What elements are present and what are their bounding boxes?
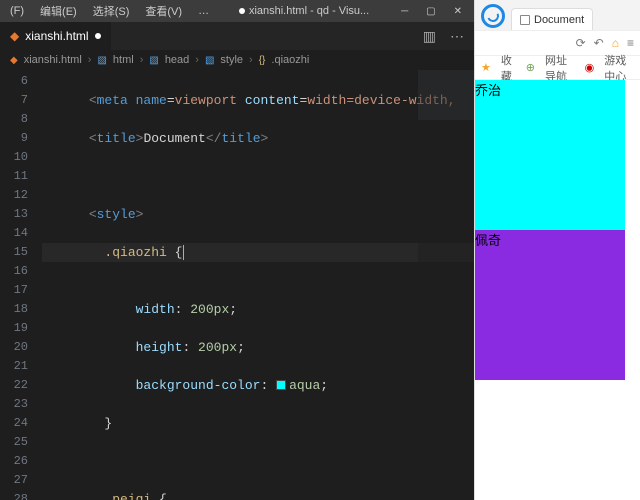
element-icon: ▧ (205, 55, 214, 66)
bookmark-item[interactable]: 游戏中心 (604, 52, 634, 84)
more-actions-icon[interactable]: ⋯ (450, 28, 464, 45)
color-swatch-icon (276, 380, 286, 390)
browser-logo-icon (481, 4, 505, 28)
html5-icon: ◆ (10, 29, 19, 43)
bookmarks-bar: ★收藏 ⊕网址导航 ◉游戏中心 (475, 56, 640, 80)
home-icon[interactable]: ⌂ (612, 36, 619, 50)
element-icon: ▧ (149, 55, 158, 66)
breadcrumb-item[interactable]: xianshi.html (24, 54, 82, 66)
globe-icon: ⊕ (526, 61, 535, 74)
page-favicon-icon (520, 15, 530, 25)
bookmark-item[interactable]: 网址导航 (545, 52, 575, 84)
game-icon: ◉ (585, 61, 595, 74)
breadcrumb-item[interactable]: head (165, 54, 189, 66)
vscode-menubar: (F) 编辑(E) 选择(S) 查看(V) … xianshi.html - q… (0, 0, 474, 22)
line-numbers: 6789101112131415161718192021222324252627… (0, 70, 36, 500)
minimap[interactable] (418, 70, 474, 500)
breadcrumb-item[interactable]: .qiaozhi (271, 54, 309, 66)
editor-tab[interactable]: ◆ xianshi.html (0, 22, 112, 50)
bookmark-item[interactable]: 收藏 (501, 52, 516, 84)
html5-icon: ◆ (10, 55, 18, 66)
menu-edit[interactable]: 编辑(E) (34, 3, 83, 19)
menu-select[interactable]: 选择(S) (87, 3, 136, 19)
breadcrumb-item[interactable]: style (220, 54, 243, 66)
modified-dot-icon (239, 8, 245, 14)
browser-window: Document ⟳ ↶ ⌂ ≡ ★收藏 ⊕网址导航 ◉游戏中心 乔治 佩奇 (474, 0, 640, 500)
browser-viewport: 乔治 佩奇 (475, 80, 640, 500)
peiqi-block: 佩奇 (475, 230, 625, 380)
selector-icon: {} (259, 55, 266, 66)
code-area[interactable]: <meta name=viewport content=width=device… (36, 70, 474, 500)
vscode-window: (F) 编辑(E) 选择(S) 查看(V) … xianshi.html - q… (0, 0, 474, 500)
maximize-icon[interactable]: ▢ (426, 6, 435, 17)
breadcrumb: ◆ xianshi.html › ▧ html › ▧ head › ▧ sty… (0, 50, 474, 70)
minimize-icon[interactable]: ─ (401, 6, 408, 17)
modified-dot-icon (95, 33, 101, 39)
undo-icon[interactable]: ↶ (594, 36, 604, 50)
menu-more[interactable]: … (192, 5, 215, 17)
menu-hamburger-icon[interactable]: ≡ (627, 36, 634, 50)
breadcrumb-item[interactable]: html (113, 54, 134, 66)
browser-tab[interactable]: Document (511, 8, 593, 30)
split-editor-icon[interactable]: ▥ (423, 28, 436, 45)
qiaozhi-block: 乔治 (475, 80, 625, 230)
menu-file[interactable]: (F) (4, 5, 30, 17)
editor-tab-label: xianshi.html (25, 29, 88, 43)
close-icon[interactable]: ✕ (454, 6, 462, 17)
star-icon: ★ (481, 61, 491, 74)
workspace: (F) 编辑(E) 选择(S) 查看(V) … xianshi.html - q… (0, 0, 640, 500)
browser-tab-title: Document (534, 14, 584, 26)
window-title: xianshi.html - qd - Visu... (239, 5, 369, 17)
code-editor[interactable]: 6789101112131415161718192021222324252627… (0, 70, 474, 500)
menu-view[interactable]: 查看(V) (139, 3, 188, 19)
vscode-tabbar: ◆ xianshi.html ▥ ⋯ (0, 22, 474, 50)
reload-icon[interactable]: ⟳ (576, 36, 586, 50)
browser-tabstrip: Document (475, 0, 640, 30)
element-icon: ▧ (97, 55, 106, 66)
